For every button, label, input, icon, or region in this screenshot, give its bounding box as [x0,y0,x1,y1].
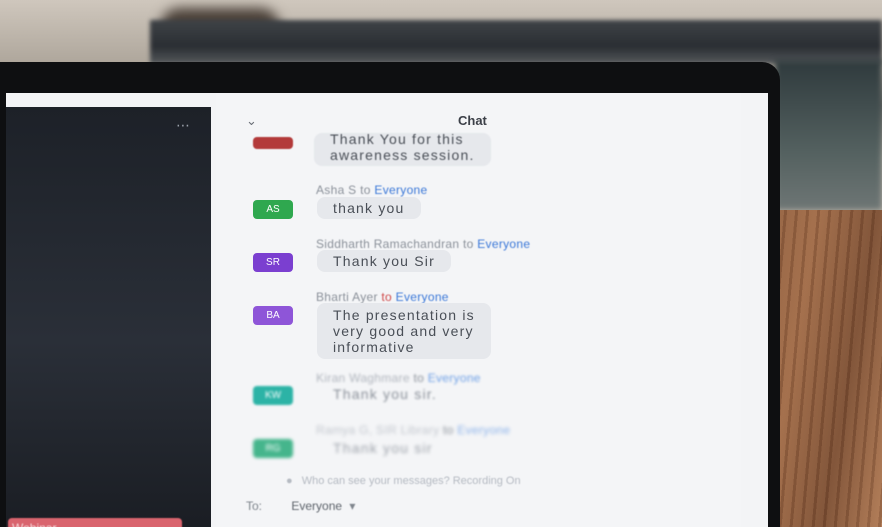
chevron-down-icon[interactable]: ▾ [349,499,355,513]
recipient-select[interactable]: Everyone [291,499,342,513]
message-sender: Asha S to Everyone [316,183,428,197]
message-bubble: Thank You for this awareness session. [314,131,491,166]
message-sender: Ramya G, SIR Library to Everyone [316,423,511,437]
message-bubble: Thank you Sir [317,250,451,272]
message-sender: Bharti Ayer to Everyone [316,290,449,304]
chat-title: Chat [458,113,487,128]
avatar: BA [253,306,293,325]
avatar: KW [253,386,293,405]
message-bubble: The presentation is very good and very i… [317,303,491,359]
photo-background: ⋯ Webinar × ⌄ Chat Thank You for this aw… [0,0,882,527]
avatar: AS [253,200,293,219]
laptop-screen: ⋯ Webinar × ⌄ Chat Thank You for this aw… [6,93,768,527]
chevron-down-icon[interactable]: ⌄ [246,113,257,129]
background-window [775,60,882,210]
chat-panel: × ⌄ Chat Thank You for this awareness se… [216,93,741,527]
privacy-hint[interactable]: ● Who can see your messages? Recording O… [286,475,521,487]
avatar [253,137,293,149]
background-shelf [150,20,882,64]
to-label: To: [246,499,263,513]
message-bubble: Thank you sir [333,440,433,456]
avatar: RG [253,439,293,458]
video-pane[interactable]: ⋯ Webinar [6,107,211,527]
recipient-row: To: Everyone ▾ [246,499,355,513]
info-icon: ● [286,475,293,487]
avatar: SR [253,253,293,272]
chat-header: ⌄ Chat [216,111,741,133]
more-options-icon[interactable]: ⋯ [176,117,190,134]
message-bubble: Thank you sir. [333,386,437,402]
message-bubble: thank you [317,197,421,219]
participant-name-tag: Webinar [8,518,182,527]
message-sender: Siddharth Ramachandran to Everyone [316,237,531,251]
